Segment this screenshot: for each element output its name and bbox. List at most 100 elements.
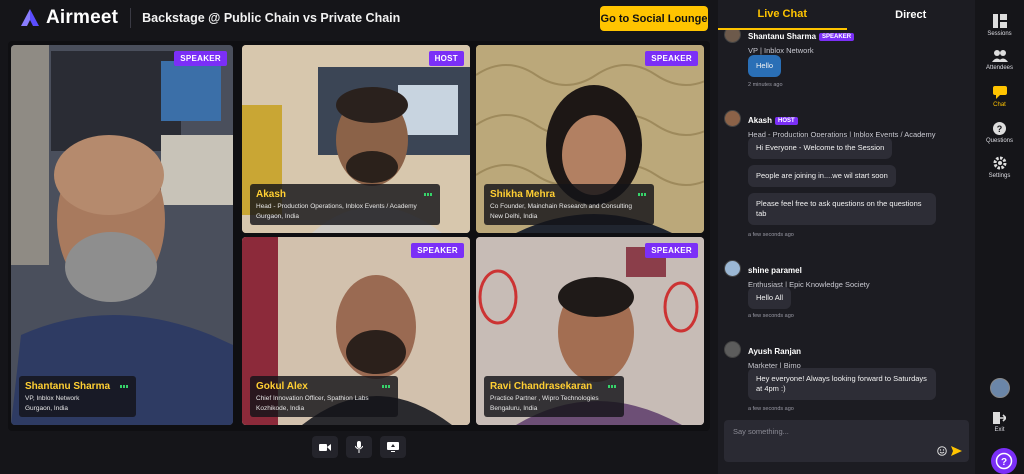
exit-icon	[993, 412, 1006, 424]
video-tile-shikha[interactable]: SPEAKER Shikha Mehra Co Founder, Maincha…	[476, 45, 704, 233]
emoji-icon[interactable]	[937, 446, 947, 456]
logo-text: Airmeet	[46, 7, 119, 28]
rail-item-questions[interactable]: ? Questions	[975, 122, 1024, 144]
participant-role: Chief Innovation Officer, Spathion Labs	[256, 394, 369, 402]
author-name[interactable]: Ayush Ranjan	[748, 347, 801, 356]
nameplate: Akash Head - Production Operations, Inbl…	[250, 183, 440, 225]
participant-name: Shantanu Sharma	[25, 380, 111, 392]
rail-label: Chat	[993, 102, 1006, 108]
participant-location: Gurgaon, India	[25, 404, 69, 412]
sessions-grid-icon	[992, 14, 1007, 28]
tab-live-chat[interactable]: Live Chat	[718, 0, 847, 30]
microphone-button[interactable]	[346, 436, 372, 458]
rail-label: Attendees	[985, 65, 1014, 71]
microphone-icon	[355, 441, 363, 453]
chat-bubble: Please feel free to ask questions on the…	[748, 193, 936, 226]
participant-location: New Delhi, India	[490, 212, 538, 220]
audio-level-icon	[424, 192, 432, 196]
speaker-badge: SPEAKER	[645, 243, 698, 258]
author-title: VP | Inblox Network	[748, 46, 814, 55]
avatar	[724, 30, 741, 43]
airmeet-logo-icon	[21, 9, 39, 26]
participant-role: Co Founder, Mainchain Research and Consu…	[490, 202, 633, 210]
video-stage: SPEAKER Shantanu Sharma VP, Inblox Netwo…	[8, 41, 710, 431]
participant-name: Akash	[256, 188, 287, 200]
divider	[130, 8, 132, 28]
tab-direct[interactable]: Direct	[847, 0, 976, 30]
rail-label: Sessions	[987, 31, 1012, 37]
rail-label: Exit	[994, 427, 1005, 433]
audio-level-icon	[120, 384, 129, 388]
message-timestamp: 2 minutes ago	[748, 82, 783, 88]
speaker-badge: SPEAKER	[411, 243, 464, 258]
message-timestamp: a few seconds ago	[748, 232, 794, 238]
host-badge: HOST	[428, 51, 464, 66]
role-tag: HOST	[775, 117, 798, 125]
participant-video	[11, 45, 233, 425]
participant-location: Gurgaon, India	[256, 212, 300, 220]
chat-bubble: People are joining in....we wil start so…	[748, 165, 896, 188]
attendees-icon	[991, 50, 1008, 62]
rail-item-chat[interactable]: Chat	[975, 86, 1024, 108]
rail-item-exit[interactable]: Exit	[975, 412, 1024, 433]
user-avatar-button[interactable]	[975, 378, 1024, 398]
rail-item-sessions[interactable]: Sessions	[975, 14, 1024, 37]
video-tile-akash[interactable]: HOST Akash Head - Production Operations,…	[242, 45, 470, 233]
participant-role: Head - Production Operations, Inblox Eve…	[256, 202, 417, 210]
avatar	[989, 378, 1010, 398]
speaker-badge: SPEAKER	[174, 51, 227, 66]
send-icon[interactable]	[951, 446, 962, 456]
screen-share-button[interactable]	[380, 436, 406, 458]
avatar	[724, 110, 741, 127]
svg-text:?: ?	[1001, 457, 1007, 468]
chat-input[interactable]: Say something...	[724, 420, 969, 462]
audio-level-icon	[608, 384, 616, 388]
chat-input-placeholder: Say something...	[733, 427, 789, 436]
question-icon: ?	[993, 122, 1006, 135]
video-tile-shantanu[interactable]: SPEAKER Shantanu Sharma VP, Inblox Netwo…	[11, 45, 233, 425]
author-name[interactable]: Akash	[748, 116, 772, 125]
chat-bubble: Hello	[748, 55, 782, 78]
participant-role: VP, Inblox Network	[25, 394, 80, 402]
event-title: Backstage @ Public Chain vs Private Chai…	[142, 11, 401, 25]
avatar	[724, 260, 741, 277]
chat-bubble: Hey everyone! Always looking forward to …	[748, 368, 936, 401]
help-icon: ?	[995, 452, 1013, 470]
camera-button[interactable]	[312, 436, 338, 458]
rail-label: Questions	[985, 138, 1013, 144]
rail-item-settings[interactable]: Settings	[975, 156, 1024, 179]
video-camera-icon	[319, 443, 331, 451]
side-rail: Sessions Attendees Chat ? Questions Sett…	[975, 0, 1024, 474]
nameplate: Shantanu Sharma VP, Inblox Network Gurga…	[19, 375, 137, 417]
participant-location: Kozhikode, India	[256, 404, 305, 412]
chat-messages: Shantanu Sharma SPEAKER VP | Inblox Netwo…	[718, 30, 975, 415]
nameplate: Ravi Chandrasekaran Practice Partner , W…	[484, 375, 624, 417]
nameplate: Gokul Alex Chief Innovation Officer, Spa…	[250, 375, 398, 417]
participant-role: Practice Partner , Wipro Technologies	[490, 394, 599, 402]
screen-share-icon	[387, 442, 399, 452]
video-tile-gokul[interactable]: SPEAKER Gokul Alex Chief Innovation Offi…	[242, 237, 470, 425]
rail-item-attendees[interactable]: Attendees	[975, 50, 1024, 71]
svg-text:?: ?	[997, 124, 1003, 134]
airmeet-logo: Airmeet	[20, 7, 118, 29]
help-button[interactable]: ?	[991, 448, 1017, 474]
participant-name: Ravi Chandrasekaran	[490, 380, 593, 392]
role-tag: SPEAKER	[819, 33, 855, 41]
chat-panel: Live Chat Direct Shantanu Sharma SPEAKER …	[718, 0, 975, 474]
video-tile-ravi[interactable]: SPEAKER Ravi Chandrasekaran Practice Par…	[476, 237, 704, 425]
chat-bubble: Hello All	[748, 287, 792, 310]
speaker-badge: SPEAKER	[645, 51, 698, 66]
audio-level-icon	[638, 192, 646, 196]
message-timestamp: a few seconds ago	[748, 406, 794, 412]
audio-level-icon	[382, 384, 390, 388]
chat-icon	[992, 86, 1007, 99]
social-lounge-button[interactable]: Go to Social Lounge	[600, 6, 708, 31]
avatar	[724, 341, 741, 358]
author-name[interactable]: Shantanu Sharma	[748, 32, 816, 41]
chat-tabs: Live Chat Direct	[718, 0, 975, 30]
message-timestamp: a few seconds ago	[748, 313, 794, 319]
author-name[interactable]: shine paramel	[748, 266, 802, 275]
nameplate: Shikha Mehra Co Founder, Mainchain Resea…	[484, 183, 654, 225]
participant-name: Gokul Alex	[256, 380, 308, 392]
participant-name: Shikha Mehra	[490, 188, 556, 200]
